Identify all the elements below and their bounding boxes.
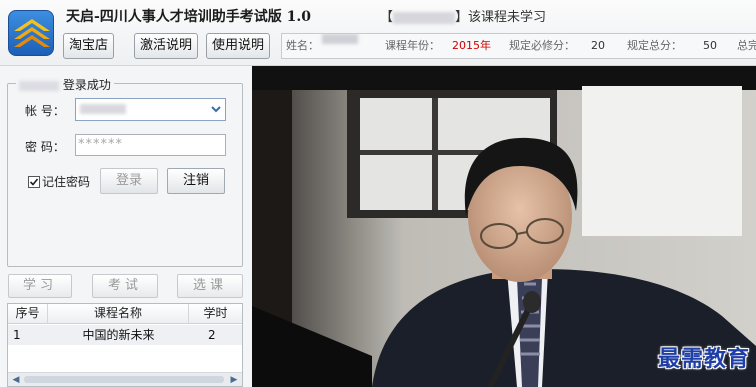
row-index: 1 <box>13 328 21 342</box>
login-button[interactable]: 登录 <box>100 168 158 194</box>
completed-label: 总完 <box>737 39 756 52</box>
lecture-video-frame <box>252 66 756 387</box>
notice-suffix: 】该课程未学习 <box>455 10 547 25</box>
column-header-name[interactable]: 课程名称 <box>48 304 189 324</box>
login-status-text: 登录成功 <box>62 78 111 92</box>
user-info-bar: 姓名： 课程年份： 2015年 规定必修分： 20 规定总分： 50 总完 <box>281 33 756 59</box>
usage-guide-button[interactable]: 使用说明 <box>206 33 271 59</box>
app-logo <box>8 10 54 56</box>
account-select[interactable] <box>75 98 226 121</box>
arrow-right-icon[interactable]: ▶ <box>228 374 240 386</box>
login-status: 登录成功 <box>16 76 114 93</box>
scrollbar-thumb[interactable] <box>24 376 224 383</box>
table-row[interactable]: 1 中国的新未来 2 <box>8 325 242 345</box>
checkmark-icon <box>29 178 39 186</box>
column-header-index[interactable]: 序号 <box>8 304 48 324</box>
stacked-chevrons-logo-icon <box>14 19 50 47</box>
notice-prefix: 【 <box>380 10 394 25</box>
arrow-left-icon[interactable]: ◀ <box>10 374 22 386</box>
required-credits-value: 20 <box>591 39 605 52</box>
remember-label: 记住密码 <box>42 175 91 189</box>
login-group: 登录成功 帐 号： 密 码： ****** 记住密码 登录 注销 <box>7 76 243 267</box>
tab-exam[interactable]: 考试 <box>92 274 158 298</box>
redacted-account <box>80 104 126 114</box>
tab-select-course[interactable]: 选课 <box>177 274 243 298</box>
row-hours: 2 <box>208 328 216 342</box>
activation-guide-button[interactable]: 激活说明 <box>134 33 199 59</box>
name-label: 姓名： <box>286 39 319 52</box>
required-credits-label: 规定必修分： <box>509 39 575 52</box>
left-panel: 登录成功 帐 号： 密 码： ****** 记住密码 登录 注销 学习 考试 选… <box>0 66 252 387</box>
course-notice: 【 】该课程未学习 <box>380 6 546 25</box>
password-field[interactable]: ****** <box>75 134 226 156</box>
chevron-down-icon[interactable] <box>211 103 221 115</box>
column-header-hours[interactable]: 学时 <box>189 304 242 324</box>
total-credits-value: 50 <box>703 39 717 52</box>
logout-button[interactable]: 注销 <box>167 168 225 194</box>
account-label: 帐 号： <box>25 104 65 118</box>
year-value: 2015年 <box>452 39 491 52</box>
remember-password[interactable]: 记住密码 <box>28 173 90 190</box>
total-credits-label: 规定总分： <box>627 39 682 52</box>
video-player[interactable]: 最需教育 <box>252 66 756 387</box>
course-table: 序号 课程名称 学时 1 中国的新未来 2 ◀ ▶ <box>7 303 243 387</box>
brand-watermark: 最需教育 <box>657 346 750 372</box>
redacted-course-name <box>393 11 456 24</box>
row-course-name: 中国的新未来 <box>82 328 155 342</box>
app-header: 天启-四川人事人才培训助手考试版 1.0 【 】该课程未学习 淘宝店 激活说明 使… <box>0 0 756 66</box>
taobao-shop-button[interactable]: 淘宝店 <box>63 33 115 59</box>
password-label: 密 码： <box>25 140 65 154</box>
app-title: 天启-四川人事人才培训助手考试版 1.0 <box>66 9 312 25</box>
redacted-user <box>19 80 59 91</box>
year-label: 课程年份： <box>385 39 440 52</box>
tab-study[interactable]: 学习 <box>8 274 72 298</box>
horizontal-scrollbar[interactable]: ◀ ▶ <box>8 372 242 386</box>
remember-checkbox[interactable] <box>28 176 40 188</box>
